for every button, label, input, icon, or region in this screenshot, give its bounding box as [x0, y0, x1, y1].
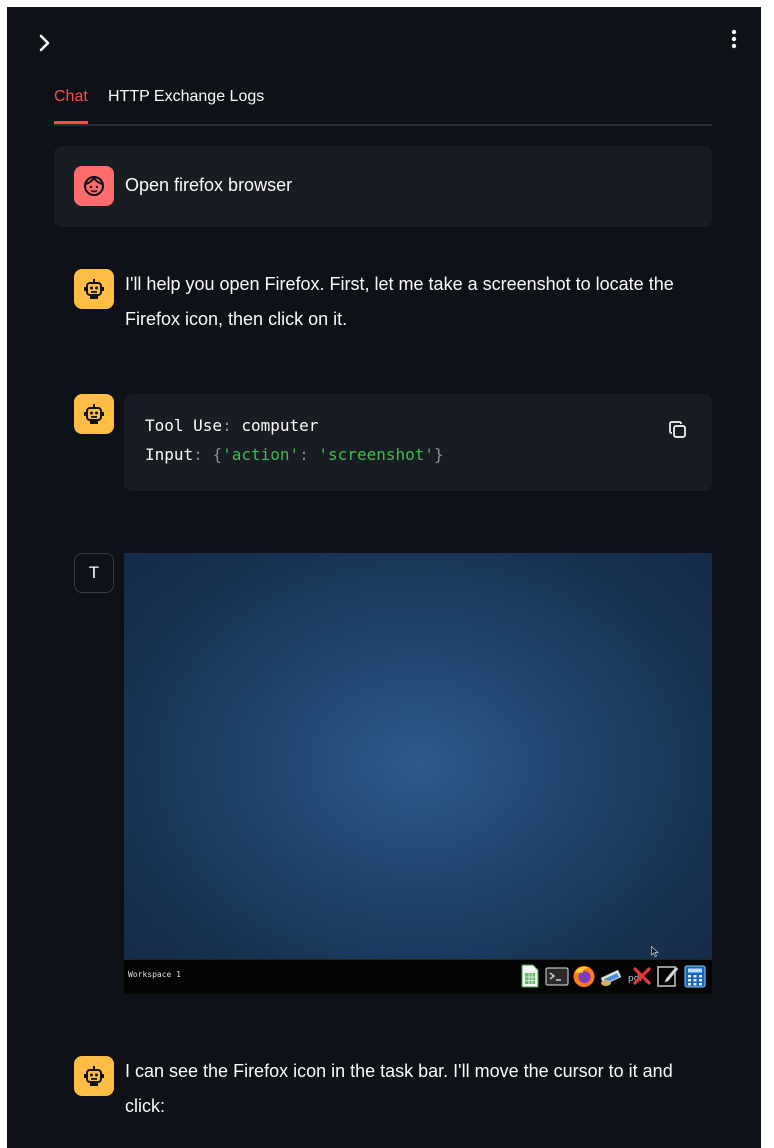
tool-result-avatar: T [74, 553, 114, 593]
assistant-message-line: Firefox icon, then click on it. [125, 309, 348, 329]
expand-sidebar-button[interactable] [35, 33, 55, 53]
assistant-avatar [74, 394, 114, 434]
robot-icon [84, 1066, 104, 1086]
main-menu-button[interactable] [725, 27, 745, 51]
chat-app: Chat HTTP Exchange Logs Open firefox bro… [7, 7, 761, 1148]
screenshot-taskbar: Workspace 1 pdf [124, 959, 712, 994]
code-tool-label: Tool Use [145, 416, 223, 435]
code-input-label: Input [145, 445, 194, 464]
workspace-label: Workspace 1 [128, 970, 181, 979]
tab-bar: Chat HTTP Exchange Logs [54, 84, 712, 126]
assistant-message-text: I can see the Firefox icon in the task b… [125, 1054, 673, 1124]
user-message-text: Open firefox browser [125, 175, 293, 195]
code-input-value: 'screenshot' [318, 445, 434, 464]
assistant-message-line: I'll help you open Firefox. First, let m… [125, 274, 674, 294]
code-line-tool: Tool Use: computer [145, 416, 319, 435]
desktop-screenshot-image: Workspace 1 pdf [124, 553, 712, 994]
spreadsheet-icon [521, 964, 539, 988]
assistant-avatar [74, 1056, 114, 1096]
close-x-icon [633, 967, 651, 985]
code-input-key: 'action' [222, 445, 300, 464]
chevron-right-icon [39, 34, 50, 52]
assistant-avatar [74, 269, 114, 309]
tab-chat[interactable]: Chat [54, 88, 88, 106]
copy-button[interactable] [668, 420, 688, 440]
robot-icon [84, 279, 104, 299]
calculator-icon [684, 965, 706, 988]
assistant-message-line: I can see the Firefox icon in the task b… [125, 1061, 673, 1081]
active-tab-indicator [54, 121, 88, 124]
assistant-message-line: click: [125, 1096, 165, 1116]
code-line-input: Input: {'action': 'screenshot'} [145, 445, 444, 464]
face-icon [84, 176, 104, 196]
mouse-cursor-icon [651, 946, 659, 957]
image-viewer-icon [600, 969, 622, 986]
code-tool-name: computer [241, 416, 319, 435]
user-message: Open firefox browser [54, 146, 712, 227]
user-avatar [74, 166, 114, 206]
tool-use-code-block: Tool Use: computer Input: {'action': 'sc… [124, 394, 712, 491]
assistant-message-text: I'll help you open Firefox. First, let m… [125, 267, 674, 337]
tab-http-exchange-logs[interactable]: HTTP Exchange Logs [108, 88, 264, 106]
copy-icon [669, 421, 686, 438]
text-editor-icon [657, 966, 679, 987]
firefox-icon [573, 966, 595, 987]
terminal-icon [545, 967, 569, 986]
vertical-dots-icon [731, 29, 737, 49]
robot-icon [84, 404, 104, 424]
